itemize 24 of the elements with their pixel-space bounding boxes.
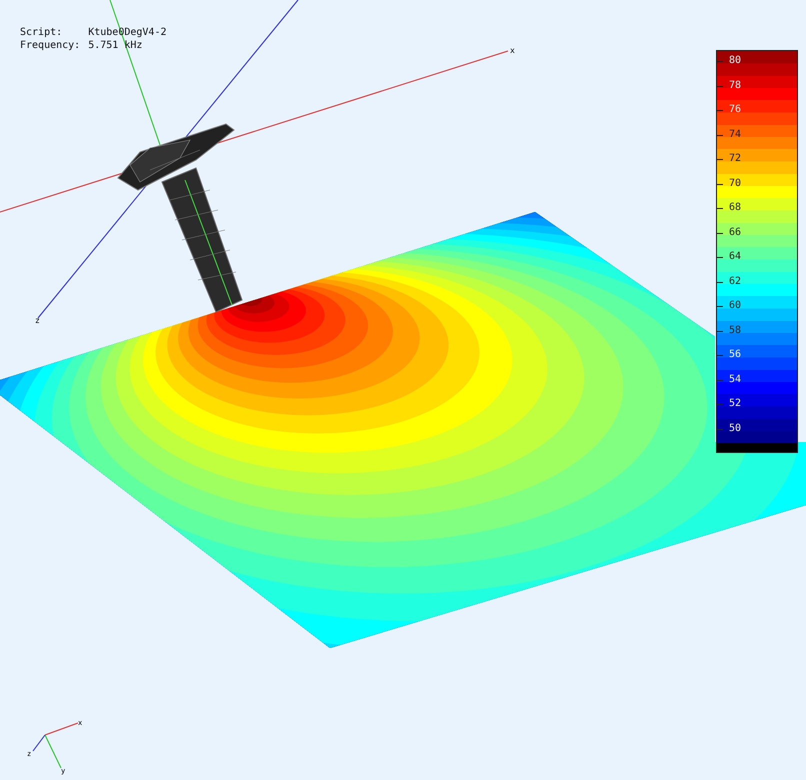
legend-label: 52 — [729, 398, 742, 410]
legend-label: 80 — [729, 55, 742, 67]
info-value: 5.751 kHz — [88, 39, 144, 52]
axis-label: z — [35, 316, 40, 325]
legend-label: 62 — [729, 276, 742, 288]
legend-label: 60 — [729, 300, 742, 312]
x-axis-line — [44, 722, 78, 736]
legend-label: 68 — [729, 202, 742, 214]
legend-label: 76 — [729, 104, 742, 116]
axis-label: x — [510, 46, 515, 55]
legend-label: 50 — [729, 422, 742, 434]
legend-label: 66 — [729, 226, 742, 238]
legend-label: 70 — [729, 178, 742, 190]
legend-label: 78 — [729, 80, 742, 92]
info-label: Frequency: — [20, 39, 80, 52]
info-label: Script: — [20, 26, 64, 39]
legend-label: 74 — [729, 128, 742, 140]
legend-label: 54 — [729, 374, 742, 386]
legend-label: 72 — [729, 153, 742, 165]
y-axis-line — [44, 734, 62, 768]
legend-label: 56 — [729, 349, 742, 361]
legend-label: 58 — [729, 324, 742, 336]
legend-label: 64 — [729, 251, 742, 263]
z-axis-line — [32, 734, 46, 752]
